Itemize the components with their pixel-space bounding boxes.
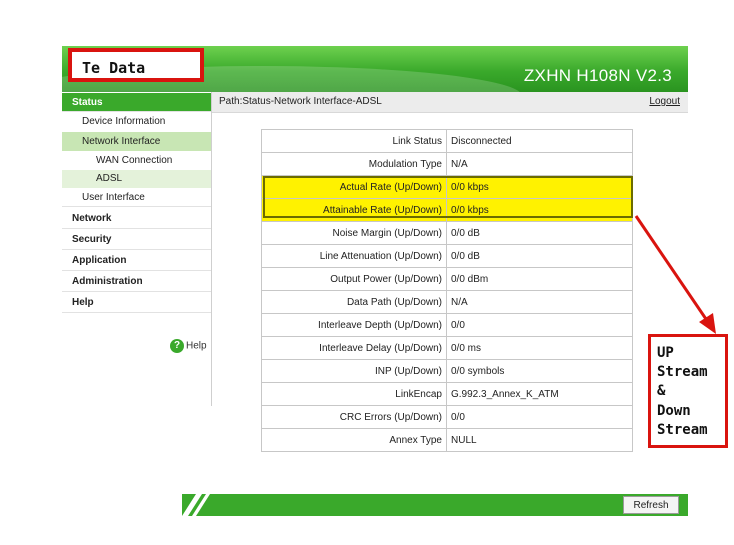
sidebar-item-wan-connection[interactable]: WAN Connection bbox=[62, 151, 211, 170]
row-label: Attainable Rate (Up/Down) bbox=[261, 198, 447, 222]
product-name: ZXHN H108N V2.3 bbox=[523, 66, 672, 85]
table-row: Data Path (Up/Down) N/A bbox=[261, 290, 633, 314]
annotation-line: UP bbox=[657, 345, 674, 361]
sidebar-item-network-interface[interactable]: Network Interface bbox=[62, 132, 211, 151]
row-value: Disconnected bbox=[446, 129, 633, 153]
row-label: Interleave Delay (Up/Down) bbox=[261, 336, 447, 360]
annotation-line: Stream bbox=[657, 364, 708, 380]
row-value: N/A bbox=[446, 290, 633, 314]
table-row: Link Status Disconnected bbox=[261, 129, 633, 153]
sidebar: Status Device Information Network Interf… bbox=[62, 92, 212, 406]
sidebar-item-security[interactable]: Security bbox=[62, 229, 211, 250]
sidebar-item-device-information[interactable]: Device Information bbox=[62, 112, 211, 131]
row-value: 0/0 dB bbox=[446, 244, 633, 268]
row-label: Data Path (Up/Down) bbox=[261, 290, 447, 314]
table-row: CRC Errors (Up/Down) 0/0 bbox=[261, 405, 633, 429]
row-label: INP (Up/Down) bbox=[261, 359, 447, 383]
sidebar-item-help[interactable]: Help bbox=[62, 292, 211, 313]
annotation-callout: UP Stream & Down Stream bbox=[648, 334, 728, 448]
table-row: Interleave Delay (Up/Down) 0/0 ms bbox=[261, 336, 633, 360]
sidebar-item-status[interactable]: Status bbox=[62, 93, 211, 112]
row-value: 0/0 symbols bbox=[446, 359, 633, 383]
sidebar-item-network[interactable]: Network bbox=[62, 208, 211, 229]
help-link-label: Help bbox=[186, 340, 207, 352]
logout-link[interactable]: Logout bbox=[649, 96, 680, 107]
sidebar-item-application[interactable]: Application bbox=[62, 250, 211, 271]
row-value: 0/0 bbox=[446, 405, 633, 429]
table-row: Output Power (Up/Down) 0/0 dBm bbox=[261, 267, 633, 291]
row-label: Annex Type bbox=[261, 428, 447, 452]
row-value: 0/0 ms bbox=[446, 336, 633, 360]
te-data-badge: Te Data bbox=[68, 48, 204, 82]
table-row: Actual Rate (Up/Down) 0/0 kbps bbox=[261, 175, 633, 199]
row-value: G.992.3_Annex_K_ATM bbox=[446, 382, 633, 406]
footer-stripes bbox=[182, 494, 210, 516]
sidebar-item-administration[interactable]: Administration bbox=[62, 271, 211, 292]
path-bar: Path:Status-Network Interface-ADSL Logou… bbox=[212, 92, 688, 113]
help-link[interactable]: ? Help bbox=[170, 339, 207, 353]
row-label: Modulation Type bbox=[261, 152, 447, 176]
row-label: Line Attenuation (Up/Down) bbox=[261, 244, 447, 268]
sidebar-item-adsl[interactable]: ADSL bbox=[62, 170, 211, 188]
row-value: 0/0 kbps bbox=[446, 198, 633, 222]
row-value: NULL bbox=[446, 428, 633, 452]
table-row: Modulation Type N/A bbox=[261, 152, 633, 176]
table-row: Attainable Rate (Up/Down) 0/0 kbps bbox=[261, 198, 633, 222]
row-value: 0/0 dB bbox=[446, 221, 633, 245]
breadcrumb: Path:Status-Network Interface-ADSL bbox=[219, 96, 382, 107]
row-value: 0/0 bbox=[446, 313, 633, 337]
row-label: Interleave Depth (Up/Down) bbox=[261, 313, 447, 337]
annotation-line: Down bbox=[657, 403, 691, 419]
table-row: INP (Up/Down) 0/0 symbols bbox=[261, 359, 633, 383]
te-data-label: Te Data bbox=[82, 59, 146, 77]
annotation-line: & bbox=[657, 383, 666, 399]
row-value: 0/0 kbps bbox=[446, 175, 633, 199]
table-row: Line Attenuation (Up/Down) 0/0 dB bbox=[261, 244, 633, 268]
router-frame: ZXHN H108N V2.3 Status Device Informatio… bbox=[62, 46, 688, 521]
row-value: 0/0 dBm bbox=[446, 267, 633, 291]
question-icon: ? bbox=[170, 339, 184, 353]
table-row: Interleave Depth (Up/Down) 0/0 bbox=[261, 313, 633, 337]
annotation-line: Stream bbox=[657, 422, 708, 438]
adsl-status-table: Link Status Disconnected Modulation Type N/… bbox=[261, 129, 633, 452]
table-row: Noise Margin (Up/Down) 0/0 dB bbox=[261, 221, 633, 245]
row-label: Actual Rate (Up/Down) bbox=[261, 175, 447, 199]
refresh-button[interactable]: Refresh bbox=[623, 496, 679, 514]
row-label: LinkEncap bbox=[261, 382, 447, 406]
row-label: CRC Errors (Up/Down) bbox=[261, 405, 447, 429]
row-label: Noise Margin (Up/Down) bbox=[261, 221, 447, 245]
footer-bar bbox=[182, 494, 688, 516]
row-label: Link Status bbox=[261, 129, 447, 153]
row-value: N/A bbox=[446, 152, 633, 176]
row-label: Output Power (Up/Down) bbox=[261, 267, 447, 291]
sidebar-item-user-interface[interactable]: User Interface bbox=[62, 188, 211, 207]
table-row: LinkEncap G.992.3_Annex_K_ATM bbox=[261, 382, 633, 406]
table-row: Annex Type NULL bbox=[261, 428, 633, 452]
